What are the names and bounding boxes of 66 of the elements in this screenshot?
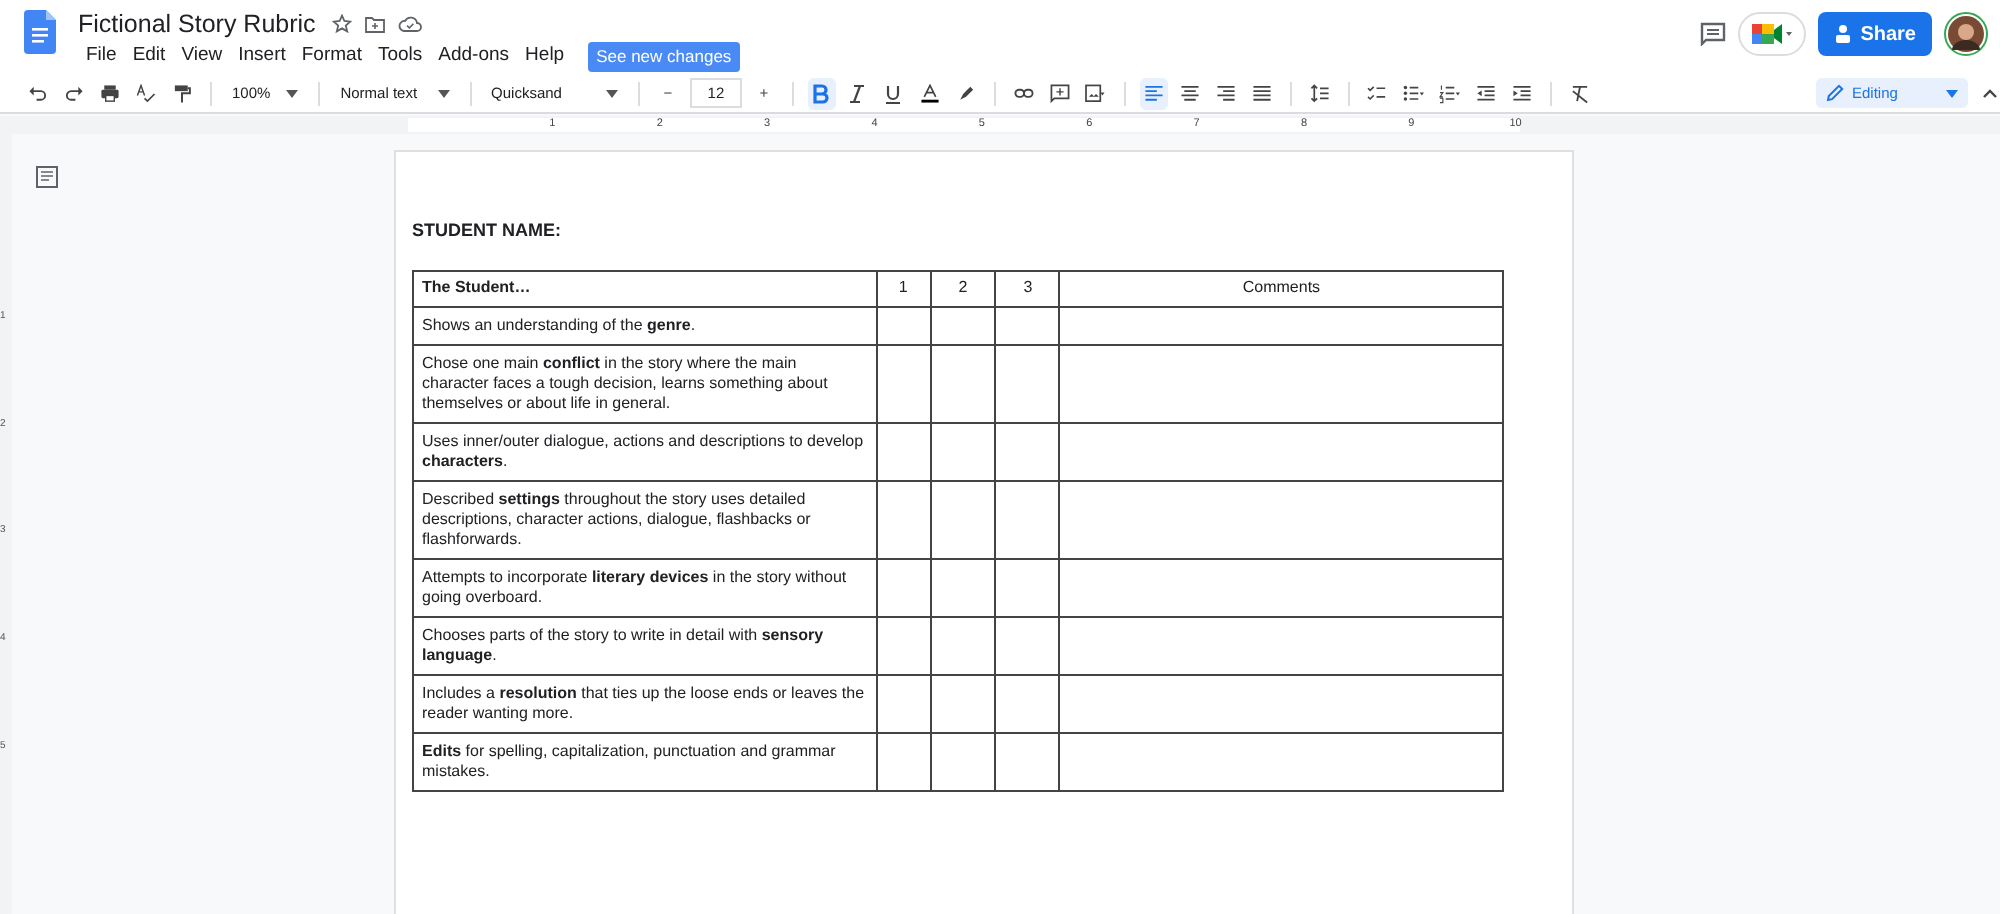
- highlighter-icon: [955, 83, 976, 103]
- caret-icon: [1946, 89, 1958, 97]
- pencil-icon: [1826, 84, 1844, 102]
- increase-indent-icon: [1511, 83, 1532, 103]
- column-header: The Student…: [422, 278, 531, 296]
- criterion-text: Chose one main conflict in the story where the main character faces a tough decision, learns something about themselves or about life in general.: [422, 354, 828, 412]
- add-comment-icon: [1049, 83, 1070, 103]
- menu-item[interactable]: Add-ons: [430, 42, 518, 71]
- italic-icon: [848, 83, 867, 103]
- outline-icon[interactable]: [36, 166, 58, 188]
- criterion-text: Includes a resolution that ties up the loose ends or leaves the reader wanting more.: [422, 684, 865, 722]
- underline-icon: [884, 83, 903, 103]
- menu-item[interactable]: View: [173, 42, 231, 71]
- print-icon: [100, 83, 120, 103]
- column-header: 1: [898, 278, 908, 296]
- align-center-icon: [1179, 83, 1200, 103]
- caret-icon: [286, 89, 299, 97]
- criterion-text: Attempts to incorporate literary devices in the story without going overboard.: [422, 568, 847, 606]
- bold-icon: [812, 83, 831, 103]
- align-left-button[interactable]: [1139, 77, 1168, 109]
- video-camera-icon: [1750, 22, 1795, 46]
- caret-icon: [605, 89, 618, 97]
- meet-button[interactable]: [1738, 12, 1807, 56]
- paint-format-icon: [172, 83, 192, 103]
- undo-icon: [28, 83, 48, 103]
- star-icon[interactable]: [331, 14, 352, 35]
- menu-item[interactable]: Format: [293, 42, 370, 71]
- menu-item[interactable]: File: [78, 42, 125, 71]
- menu-item[interactable]: Insert: [230, 42, 294, 71]
- docs-logo-icon[interactable]: [24, 10, 56, 54]
- bold-button[interactable]: [807, 77, 836, 109]
- cloud-icon[interactable]: [397, 14, 422, 35]
- document-title[interactable]: Fictional Story Rubric: [78, 6, 316, 44]
- link-icon: [1013, 83, 1034, 103]
- checklist-icon: [1365, 83, 1390, 103]
- column-header: 2: [958, 278, 968, 296]
- column-header: Comments: [1242, 278, 1321, 296]
- clear-formatting-icon: [1569, 83, 1590, 103]
- share-button[interactable]: Share: [1818, 12, 1932, 56]
- caret-icon: [437, 89, 450, 97]
- criterion-text: Chooses parts of the story to write in detail with sensory language.: [422, 626, 824, 664]
- spellcheck-icon: [136, 83, 156, 103]
- menu-item[interactable]: Tools: [369, 42, 431, 71]
- bulleted-list-icon: [1401, 83, 1426, 103]
- chevron-up-icon: [1982, 88, 1998, 98]
- numbered-list-icon: [1437, 83, 1462, 103]
- criterion-text: Shows an understanding of the genre.: [422, 316, 696, 334]
- column-header: 3: [1023, 278, 1033, 296]
- line-spacing-icon: [1309, 83, 1330, 103]
- align-left-icon: [1143, 83, 1164, 103]
- folder-icon[interactable]: [363, 14, 386, 35]
- text-color-icon: [919, 83, 940, 103]
- justify-icon: [1251, 83, 1272, 103]
- criterion-text: Edits for spelling, capitalization, punctuation and grammar mistakes.: [422, 742, 836, 780]
- menu-item[interactable]: Edit: [124, 42, 174, 71]
- align-right-icon: [1215, 83, 1236, 103]
- comment-icon[interactable]: [1700, 22, 1727, 46]
- criterion-text: Described settings throughout the story uses detailed descriptions, character actions, dialogue, flashbacks or flashforwards.: [422, 490, 811, 548]
- person-icon: [1834, 24, 1853, 44]
- menu-item[interactable]: Help: [517, 42, 573, 71]
- avatar-icon[interactable]: [1944, 12, 1988, 56]
- student-name-heading: STUDENT NAME:: [412, 218, 561, 244]
- criterion-text: Uses inner/outer dialogue, actions and descriptions to develop characters.: [422, 432, 864, 470]
- insert-image-icon: [1083, 83, 1108, 103]
- redo-icon: [64, 83, 84, 103]
- decrease-indent-icon: [1475, 83, 1496, 103]
